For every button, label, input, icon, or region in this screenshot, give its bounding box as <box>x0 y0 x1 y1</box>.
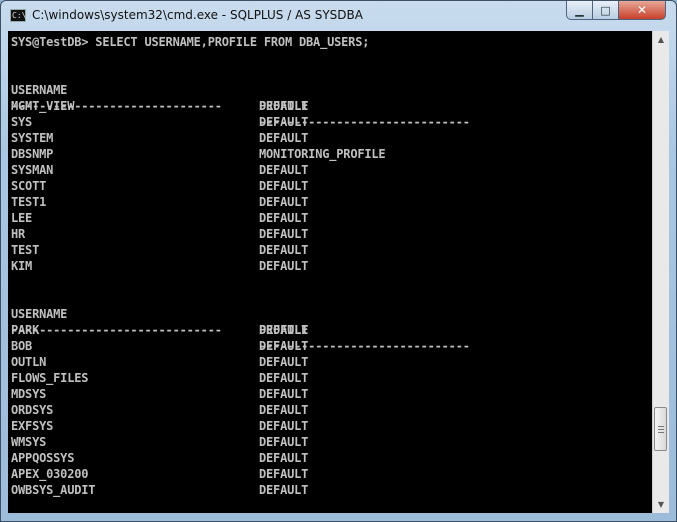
username-cell: SYSTEM <box>11 131 54 145</box>
minimize-icon: ▁ <box>575 3 584 17</box>
cmd-app-icon[interactable]: C:\ <box>10 9 26 22</box>
username-cell: ORDSYS <box>11 403 54 417</box>
username-cell: APPQOSSYS <box>11 451 75 465</box>
profile-cell: DEFAULT <box>259 195 309 209</box>
profile-cell: DEFAULT <box>259 339 309 353</box>
grip-line <box>658 432 664 433</box>
column-header-row: USERNAME PROFILE <box>11 66 308 113</box>
scrollbar-thumb[interactable] <box>654 407 667 451</box>
username-cell: KIM <box>11 259 33 273</box>
profile-cell: DEFAULT <box>259 371 309 385</box>
profile-cell: DEFAULT <box>259 403 309 417</box>
username-cell: DBSNMP <box>11 147 54 161</box>
username-cell: BOB <box>11 339 33 353</box>
username-cell: SYSMAN <box>11 163 54 177</box>
grip-line <box>658 426 664 427</box>
username-cell: APEX_030200 <box>11 467 89 481</box>
username-cell: TEST <box>11 243 40 257</box>
profile-cell: MONITORING_PROFILE <box>259 147 386 161</box>
console-window: C:\ C:\windows\system32\cmd.exe - SQLPLU… <box>0 0 677 522</box>
profile-cell: DEFAULT <box>259 211 309 225</box>
profile-cell: DEFAULT <box>259 451 309 465</box>
username-cell: OUTLN <box>11 355 47 369</box>
separator-username: ------------------------------ <box>11 323 222 337</box>
scroll-down-arrow-icon[interactable]: ▼ <box>653 496 669 513</box>
profile-cell: DEFAULT <box>259 259 309 273</box>
username-cell: LEE <box>11 211 33 225</box>
maximize-icon: □ <box>600 3 611 17</box>
profile-cell: DEFAULT <box>259 467 309 481</box>
username-cell: EXFSYS <box>11 419 54 433</box>
profile-cell: DEFAULT <box>259 483 309 497</box>
close-button[interactable]: ✕ <box>618 1 666 20</box>
grip-line <box>658 429 664 430</box>
profile-cell: DEFAULT <box>259 243 309 257</box>
username-cell: TEST1 <box>11 195 47 209</box>
column-separator-row: ------------------------------ ---------… <box>11 306 470 353</box>
close-icon: ✕ <box>636 3 648 17</box>
profile-cell: DEFAULT <box>259 419 309 433</box>
title-bar[interactable]: C:\ C:\windows\system32\cmd.exe - SQLPLU… <box>1 1 676 31</box>
profile-cell: DEFAULT <box>259 115 309 129</box>
profile-cell: DEFAULT <box>259 131 309 145</box>
profile-cell: DEFAULT <box>259 99 309 113</box>
column-header-row: USERNAME PROFILE <box>11 290 308 337</box>
profile-cell: DEFAULT <box>259 387 309 401</box>
profile-cell: DEFAULT <box>259 179 309 193</box>
profile-cell: DEFAULT <box>259 355 309 369</box>
username-cell: SCOTT <box>11 179 47 193</box>
username-cell: MGMT_VIEW <box>11 99 75 113</box>
maximize-button[interactable]: □ <box>592 1 619 20</box>
minimize-button[interactable]: ▁ <box>566 1 593 20</box>
username-cell: HR <box>11 227 26 241</box>
sql-prompt-line: SYS@TestDB> SELECT USERNAME,PROFILE FROM… <box>11 35 370 49</box>
username-cell: PARK <box>11 323 40 337</box>
window-title: C:\windows\system32\cmd.exe - SQLPLUS / … <box>32 8 363 22</box>
username-cell: FLOWS_FILES <box>11 371 89 385</box>
profile-cell: DEFAULT <box>259 163 309 177</box>
profile-cell: DEFAULT <box>259 227 309 241</box>
scroll-up-arrow-icon[interactable]: ▲ <box>653 31 669 48</box>
username-cell: OWBSYS_AUDIT <box>11 483 96 497</box>
console-output[interactable]: SYS@TestDB> SELECT USERNAME,PROFILE FROM… <box>8 31 652 513</box>
username-cell: WMSYS <box>11 435 47 449</box>
column-separator-row: ------------------------------ ---------… <box>11 82 470 129</box>
username-cell: MDSYS <box>11 387 47 401</box>
vertical-scrollbar[interactable]: ▲ ▼ <box>652 31 669 513</box>
profile-cell: DEFAULT <box>259 435 309 449</box>
username-cell: SYS <box>11 115 33 129</box>
profile-cell: DEFAULT <box>259 323 309 337</box>
